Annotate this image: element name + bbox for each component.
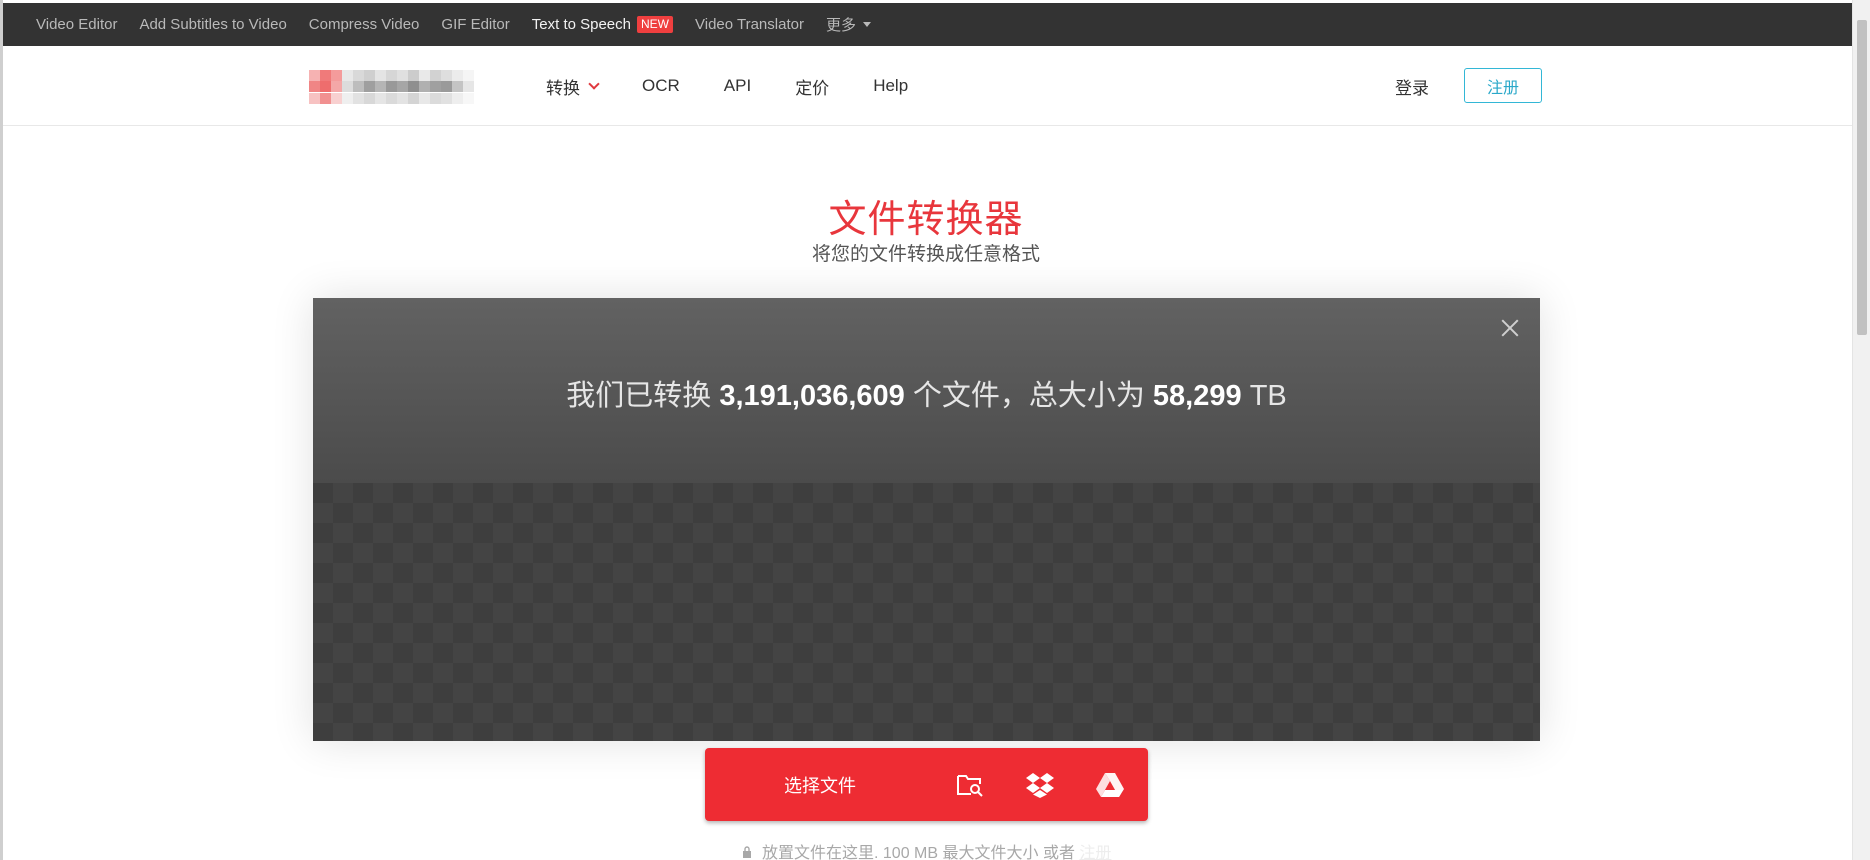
size-unit: TB: [1249, 380, 1287, 412]
stats-banner: 我们已转换 3,191,036,609 个文件，总大小为 58,299 TB: [313, 298, 1540, 483]
folder-search-icon[interactable]: [935, 748, 1005, 821]
topbar-more-dropdown[interactable]: 更多: [826, 14, 871, 35]
upload-hint: 放置文件在这里. 100 MB 最大文件大小 或者 注册: [313, 839, 1540, 860]
conversion-stats: 我们已转换 3,191,036,609 个文件，总大小为 58,299 TB: [313, 372, 1540, 414]
topbar-link-gif-editor[interactable]: GIF Editor: [441, 16, 509, 33]
page: Video Editor Add Subtitles to Video Comp…: [0, 0, 1870, 860]
choose-file-button-group: 选择文件: [705, 748, 1148, 821]
topbar-link-video-translator[interactable]: Video Translator: [695, 16, 804, 33]
scrollbar-thumb[interactable]: [1857, 20, 1867, 335]
nav-help[interactable]: Help: [873, 76, 908, 96]
nav-api[interactable]: API: [724, 76, 751, 96]
close-icon[interactable]: [1498, 316, 1522, 340]
drop-zone[interactable]: 选择文件 放置文件在这里. 100 MB 最大文件大小 或者 注册: [313, 483, 1540, 860]
converter-panel: 我们已转换 3,191,036,609 个文件，总大小为 58,299 TB 选…: [313, 298, 1540, 860]
top-bar: Video Editor Add Subtitles to Video Comp…: [3, 3, 1852, 46]
topbar-link-video-editor[interactable]: Video Editor: [36, 16, 117, 33]
text-to-speech-label: Text to Speech: [531, 16, 631, 33]
stats-prefix: 我们已转换: [566, 380, 712, 412]
page-title: 文件转换器: [828, 199, 1024, 241]
logo[interactable]: [309, 70, 481, 104]
topbar-link-compress-video[interactable]: Compress Video: [309, 16, 420, 33]
google-drive-icon[interactable]: [1075, 748, 1145, 821]
new-badge: NEW: [637, 16, 673, 33]
signup-button[interactable]: 注册: [1464, 68, 1542, 103]
caret-down-icon: [862, 22, 871, 27]
chevron-down-icon: [588, 78, 600, 90]
hint-signup-link[interactable]: 注册: [1079, 845, 1111, 860]
more-label: 更多: [825, 17, 856, 34]
lock-icon: [742, 845, 752, 860]
files-count: 3,191,036,609: [719, 380, 905, 412]
site-header: 转换 OCR API 定价 Help 登录 注册: [3, 46, 1852, 126]
stats-middle: 个文件，总大小为: [912, 380, 1145, 412]
nav-ocr[interactable]: OCR: [642, 76, 680, 96]
nav-convert-dropdown[interactable]: 转换: [546, 74, 600, 99]
page-subtitle: 将您的文件转换成任意格式: [811, 244, 1040, 265]
login-link[interactable]: 登录: [1395, 74, 1429, 99]
nav-convert-label: 转换: [546, 78, 580, 98]
main-nav: 转换 OCR API 定价 Help: [546, 46, 952, 126]
choose-file-button[interactable]: 选择文件: [705, 772, 935, 798]
nav-pricing[interactable]: 定价: [795, 74, 829, 99]
dropbox-icon[interactable]: [1005, 748, 1075, 821]
hint-text: 放置文件在这里. 100 MB 最大文件大小 或者: [762, 845, 1075, 860]
topbar-link-text-to-speech[interactable]: Text to Speech NEW: [532, 16, 673, 33]
topbar-link-add-subtitles[interactable]: Add Subtitles to Video: [139, 16, 286, 33]
scrollbar[interactable]: [1852, 0, 1870, 860]
total-size: 58,299: [1152, 380, 1242, 412]
window-edge: [0, 0, 3, 860]
